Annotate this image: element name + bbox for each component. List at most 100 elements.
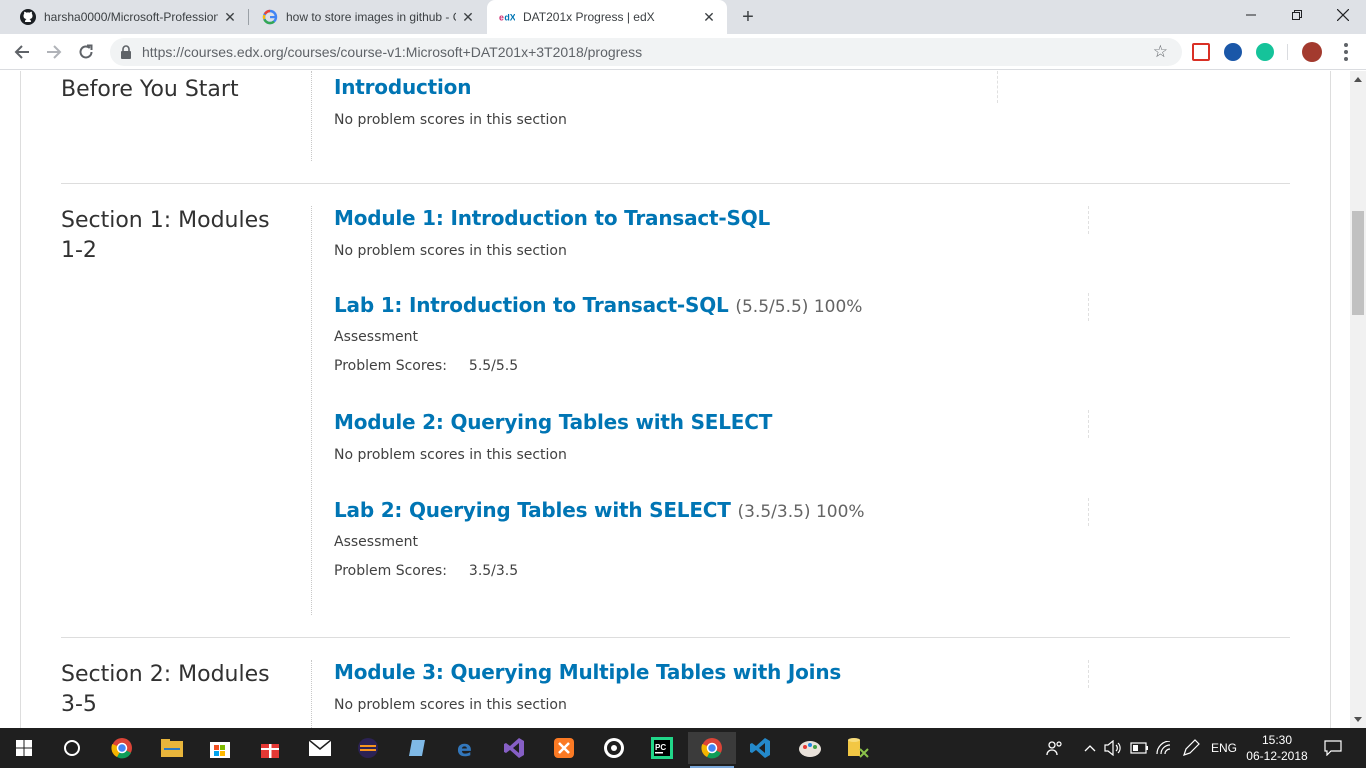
section-note: No problem scores in this section (334, 447, 567, 463)
problem-scores-label: Problem Scores: (334, 358, 447, 374)
obs-icon[interactable] (590, 732, 638, 764)
tab-edx[interactable]: e dX DAT201x Progress | edX ✕ (487, 0, 727, 34)
tab-title: how to store images in github - G (286, 10, 456, 24)
chapter-separator (61, 183, 1290, 184)
notes-icon[interactable] (394, 732, 442, 764)
section-divider (1088, 293, 1089, 321)
svg-text:e: e (457, 737, 472, 759)
system-clock[interactable]: 15:30 06-12-2018 (1242, 732, 1312, 764)
lock-icon (121, 45, 131, 59)
github-icon (20, 9, 36, 25)
pen-icon[interactable] (1182, 728, 1200, 768)
edx-icon: e dX (499, 9, 515, 25)
chapter-separator (61, 637, 1290, 638)
browser-toolbar: https://courses.edx.org/courses/course-v… (0, 34, 1366, 70)
problem-scores-label: Problem Scores: (334, 563, 447, 579)
section-format: Assessment (334, 329, 418, 345)
clock-date: 06-12-2018 (1246, 749, 1308, 763)
page-scrollbar[interactable] (1350, 71, 1366, 728)
svg-text:dX: dX (504, 13, 515, 23)
chrome-menu-icon[interactable] (1338, 42, 1354, 62)
vscode-icon[interactable] (736, 732, 784, 764)
cortana-icon[interactable] (48, 732, 96, 764)
windows-start-icon[interactable] (0, 732, 48, 764)
volume-icon[interactable] (1104, 728, 1122, 768)
section-format: Assessment (334, 534, 418, 550)
paint-icon[interactable] (786, 732, 834, 764)
forward-button[interactable] (42, 40, 66, 64)
reload-button[interactable] (74, 40, 98, 64)
section-divider (1088, 498, 1089, 526)
problem-scores: Problem Scores: 5.5/5.5 (334, 358, 518, 374)
section-divider (1088, 410, 1089, 438)
visual-studio-icon[interactable] (490, 732, 538, 764)
google-icon (262, 9, 278, 25)
scrollbar-thumb[interactable] (1352, 211, 1364, 315)
section-heading: Lab 1: Introduction to Transact-SQL (5.5… (334, 293, 862, 317)
arrow-left-icon (14, 45, 29, 59)
tab-github[interactable]: harsha0000/Microsoft-Profession ✕ (8, 0, 248, 34)
eclipse-icon[interactable] (344, 732, 392, 764)
edge-icon[interactable]: e (442, 732, 490, 764)
tab-separator (248, 9, 249, 25)
scroll-up-icon[interactable] (1354, 77, 1362, 82)
arrow-right-icon (47, 45, 62, 59)
close-tab-icon[interactable]: ✕ (701, 9, 717, 25)
section-link[interactable]: Module 1: Introduction to Transact-SQL (334, 206, 770, 230)
card-border (20, 71, 21, 728)
reload-icon (79, 44, 93, 59)
restore-button[interactable] (1274, 0, 1320, 30)
section-link[interactable]: Module 2: Querying Tables with SELECT (334, 410, 772, 434)
bookmark-star-icon[interactable]: ☆ (1153, 42, 1168, 62)
section-note: No problem scores in this section (334, 697, 567, 713)
section-divider (997, 71, 998, 103)
language-indicator[interactable]: ENG (1211, 728, 1237, 768)
battery-icon[interactable] (1130, 728, 1150, 768)
section-link[interactable]: Lab 2: Querying Tables with SELECT (334, 498, 731, 522)
notifications-icon[interactable] (1324, 728, 1342, 768)
scroll-down-icon[interactable] (1354, 717, 1362, 722)
section-divider (1088, 660, 1089, 688)
profile-avatar[interactable] (1302, 42, 1322, 62)
section-note: No problem scores in this section (334, 112, 567, 128)
extension-icon[interactable] (1224, 43, 1242, 61)
grammarly-icon[interactable] (1256, 43, 1274, 61)
back-button[interactable] (10, 40, 34, 64)
tab-google[interactable]: how to store images in github - G ✕ (250, 0, 486, 34)
section-link[interactable]: Module 3: Querying Multiple Tables with … (334, 660, 841, 684)
chevron-up-icon[interactable] (1084, 728, 1096, 768)
chrome-icon[interactable] (98, 732, 146, 764)
tab-title: DAT201x Progress | edX (523, 10, 655, 24)
xampp-icon[interactable] (540, 732, 588, 764)
close-tab-icon[interactable]: ✕ (222, 9, 238, 25)
minimize-button[interactable] (1228, 0, 1274, 30)
mail-icon[interactable] (296, 732, 344, 764)
card-border (1330, 71, 1331, 728)
chrome-icon[interactable] (688, 732, 736, 768)
section-heading: Lab 2: Querying Tables with SELECT (3.5/… (334, 498, 865, 522)
database-tools-icon[interactable] (834, 732, 882, 764)
close-tab-icon[interactable]: ✕ (460, 9, 476, 25)
pycharm-icon[interactable]: PC (638, 732, 686, 764)
url-text: https://courses.edx.org/courses/course-v… (142, 44, 643, 60)
section-note: No problem scores in this section (334, 243, 567, 259)
windows-taskbar: e PC ENG 15:30 06-12-2018 (0, 728, 1366, 768)
section-score: (5.5/5.5) 100% (735, 297, 863, 317)
people-icon[interactable] (1046, 728, 1064, 768)
svg-text:PC: PC (655, 743, 666, 752)
close-window-button[interactable] (1320, 0, 1366, 30)
file-explorer-icon[interactable] (148, 732, 196, 764)
chapter-divider (311, 660, 312, 728)
address-bar[interactable]: https://courses.edx.org/courses/course-v… (110, 38, 1182, 66)
section-score: (3.5/3.5) 100% (737, 502, 865, 522)
extension-icon[interactable] (1192, 43, 1210, 61)
store-icon[interactable] (196, 732, 244, 764)
section-link[interactable]: Introduction (334, 75, 471, 99)
clock-time: 15:30 (1261, 733, 1293, 747)
new-tab-button[interactable]: + (737, 6, 759, 28)
section-link[interactable]: Lab 1: Introduction to Transact-SQL (334, 293, 729, 317)
wifi-icon[interactable] (1156, 728, 1172, 768)
chapter-title: Section 2: Modules 3-5 (61, 662, 270, 717)
gift-icon[interactable] (246, 732, 294, 764)
problem-score-value: 3.5/3.5 (468, 563, 519, 579)
